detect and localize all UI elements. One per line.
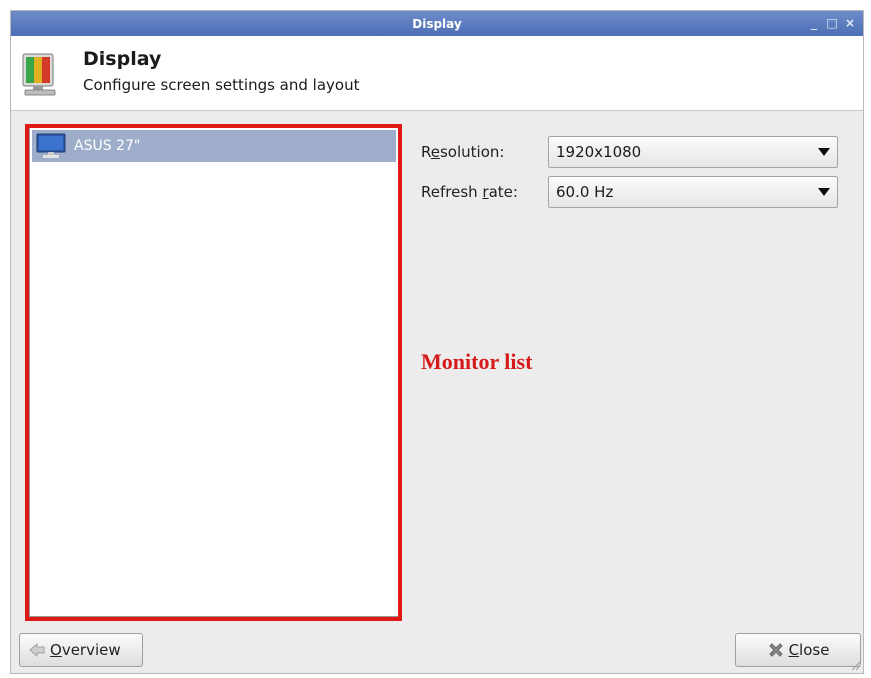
- minimize-icon[interactable]: _: [807, 15, 821, 31]
- page-title: Display: [83, 48, 162, 70]
- window-title: Display: [412, 16, 462, 31]
- overview-label: Overview: [50, 641, 121, 659]
- refresh-rate-dropdown[interactable]: 60.0 Hz: [548, 176, 838, 208]
- close-window-icon[interactable]: ×: [843, 15, 857, 31]
- display-settings-icon: [22, 53, 56, 96]
- monitor-list[interactable]: ASUS 27": [29, 127, 399, 617]
- resize-grip-icon[interactable]: [849, 659, 861, 671]
- monitor-list-annotation: Monitor list: [421, 349, 533, 374]
- overview-button[interactable]: Overview: [19, 633, 143, 667]
- chevron-down-icon: [818, 188, 830, 196]
- list-item[interactable]: ASUS 27": [32, 130, 396, 162]
- dialog-header: Display Configure screen settings and la…: [11, 36, 863, 111]
- window-titlebar[interactable]: Display _ □ ×: [11, 11, 863, 36]
- resolution-label: Resolution:: [421, 143, 505, 161]
- window-controls: _ □ ×: [807, 15, 857, 31]
- close-x-icon: [768, 643, 783, 657]
- close-label: Close: [788, 641, 830, 659]
- monitor-name: ASUS 27": [74, 138, 141, 154]
- refresh-rate-label: Refresh rate:: [421, 183, 518, 201]
- page-subtitle: Configure screen settings and layout: [83, 76, 360, 94]
- refresh-rate-value: 60.0 Hz: [556, 183, 614, 201]
- close-button[interactable]: Close: [735, 633, 861, 667]
- resolution-dropdown[interactable]: 1920x1080: [548, 136, 838, 168]
- chevron-down-icon: [818, 148, 830, 156]
- maximize-icon[interactable]: □: [825, 15, 839, 31]
- display-window: Display _ □ × Display Configure screen s…: [10, 10, 864, 674]
- resolution-value: 1920x1080: [556, 143, 642, 161]
- monitor-icon: [36, 133, 66, 158]
- back-arrow-icon: [29, 642, 45, 658]
